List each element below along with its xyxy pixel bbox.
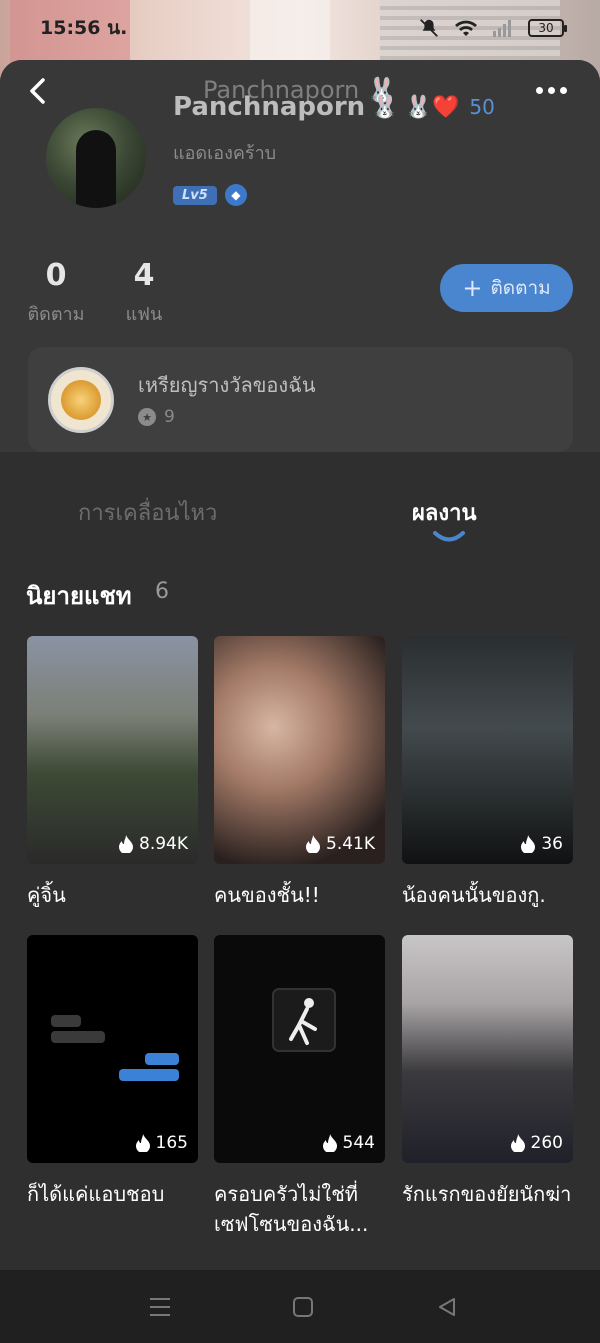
- flame-icon: [119, 835, 133, 853]
- following-count: 0: [45, 258, 67, 293]
- tab-indicator: [433, 531, 465, 542]
- status-bar: 15:56 น. 30: [0, 0, 600, 56]
- story-card[interactable]: 36 น้องคนนั้นของกู.: [402, 636, 573, 910]
- menu-icon[interactable]: [148, 1296, 172, 1318]
- story-thumbnail: 260: [402, 935, 573, 1163]
- fans-count: 4: [133, 258, 155, 293]
- story-card[interactable]: 260 รักแรกของยัยนักฆ่า: [402, 935, 573, 1209]
- story-thumbnail: 5.41K: [214, 636, 385, 864]
- story-card[interactable]: 544 ครอบครัวไม่ใช่ที่เซฟโซนของฉัน...: [214, 935, 385, 1239]
- medal-title: เหรียญรางวัลของฉัน: [138, 373, 316, 397]
- story-title: น้องคนนั้นของกู.: [402, 883, 546, 907]
- home-icon[interactable]: [292, 1296, 314, 1318]
- follow-button-label: ติดตาม: [490, 277, 551, 299]
- profile-bio: แอดเองคร้าบ: [173, 143, 277, 164]
- diamond-badge-icon[interactable]: ◆: [224, 184, 247, 206]
- back-arrow-icon[interactable]: [24, 76, 54, 106]
- story-card[interactable]: 8.94K คู่จิ้น: [27, 636, 198, 910]
- battery-icon: 30: [528, 19, 567, 37]
- bunny-emoji: 🐰: [371, 94, 399, 120]
- story-views: 544: [342, 1133, 375, 1153]
- story-views: 165: [155, 1133, 188, 1153]
- medal-card[interactable]: เหรียญรางวัลของฉัน ★ 9: [28, 347, 573, 452]
- mute-icon: [420, 19, 438, 37]
- follow-button[interactable]: + ติดตาม: [440, 264, 573, 312]
- story-thumbnail: 8.94K: [27, 636, 198, 864]
- fans-label: แฟน: [125, 304, 163, 325]
- story-title: คู่จิ้น: [27, 883, 66, 907]
- system-nav-bar: [0, 1270, 600, 1343]
- heart-emoji: 🐰❤️: [404, 94, 460, 120]
- following-stat[interactable]: 0 ติดตาม: [26, 258, 86, 328]
- flame-icon: [521, 835, 536, 853]
- heart-count: 50: [469, 95, 495, 119]
- flame-icon: [135, 1134, 150, 1152]
- back-icon[interactable]: [436, 1296, 458, 1318]
- status-time: 15:56 น.: [40, 17, 128, 39]
- story-views: 5.41K: [326, 834, 375, 854]
- story-title: ก็ได้แค่แอบชอบ: [27, 1182, 165, 1206]
- star-icon: ★: [138, 408, 156, 426]
- fans-stat[interactable]: 4 แฟน: [124, 258, 164, 328]
- more-options-icon[interactable]: [536, 80, 572, 100]
- badges: Lv5 ◆: [173, 184, 247, 206]
- profile-name-row: Panchnaporn 🐰 🐰❤️ 50: [173, 92, 495, 122]
- story-card[interactable]: 165 ก็ได้แค่แอบชอบ: [27, 935, 198, 1209]
- medal-icon: [48, 367, 114, 433]
- profile-name: Panchnaporn: [173, 92, 366, 122]
- story-views: 36: [541, 834, 563, 854]
- flame-icon: [510, 1134, 525, 1152]
- signal-icon: [493, 20, 511, 37]
- following-label: ติดตาม: [27, 304, 85, 325]
- section-count: 6: [155, 579, 169, 604]
- story-thumbnail: 544: [214, 935, 385, 1163]
- battery-level: 30: [538, 21, 554, 35]
- story-thumbnail: 165: [27, 935, 198, 1163]
- story-views: 260: [530, 1133, 563, 1153]
- story-card[interactable]: 5.41K คนของชั้น!!: [214, 636, 385, 910]
- avatar[interactable]: [46, 108, 146, 208]
- level-badge[interactable]: Lv5: [173, 185, 217, 205]
- story-title: รักแรกของยัยนักฆ่า: [402, 1182, 572, 1206]
- story-title: คนของชั้น!!: [214, 883, 320, 907]
- medal-count-row: ★ 9: [138, 407, 175, 427]
- flame-icon: [322, 1134, 337, 1152]
- medal-count: 9: [164, 407, 175, 427]
- tab-activity[interactable]: การเคลื่อนไหว: [78, 495, 217, 530]
- story-views: 8.94K: [139, 834, 188, 854]
- story-title: ครอบครัวไม่ใช่ที่เซฟโซนของฉัน...: [214, 1182, 369, 1236]
- plus-icon: +: [462, 274, 483, 302]
- tab-works[interactable]: ผลงาน: [412, 495, 477, 530]
- wifi-icon: [455, 20, 477, 36]
- story-thumbnail: 36: [402, 636, 573, 864]
- flame-icon: [306, 835, 320, 853]
- section-title: นิยายแชท: [26, 582, 132, 610]
